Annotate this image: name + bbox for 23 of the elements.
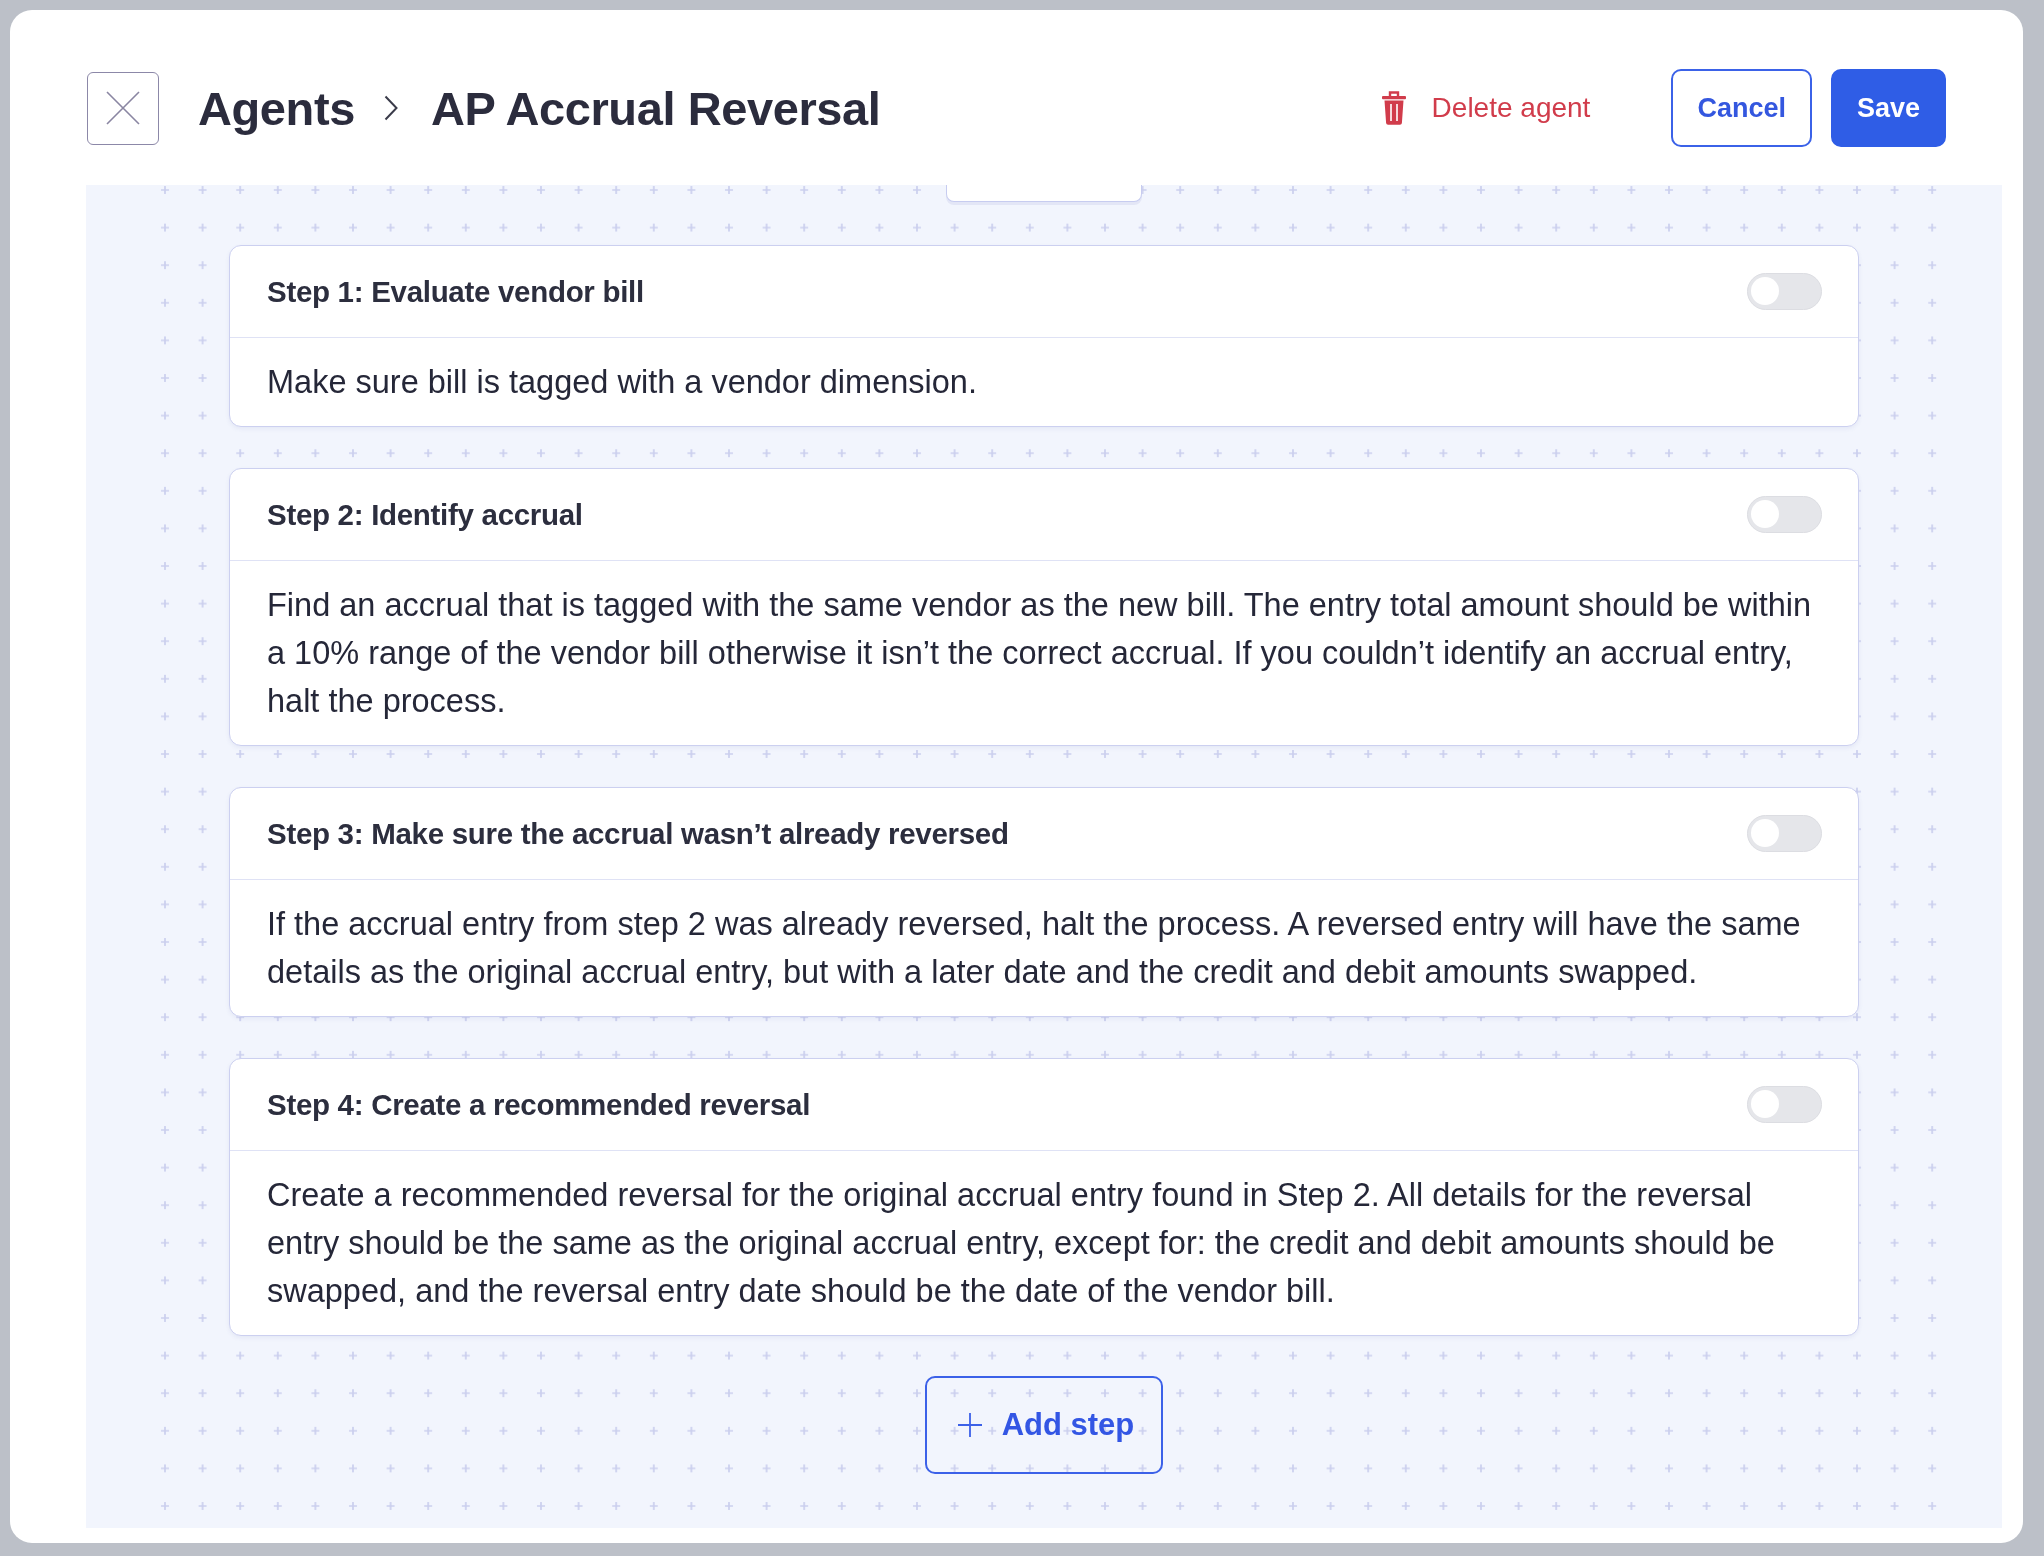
step-title: Step 2: Identify accrual — [267, 497, 583, 532]
page-title: AP Accrual Reversal — [430, 80, 881, 136]
close-icon — [106, 91, 140, 125]
toggle-switch[interactable] — [1747, 815, 1822, 852]
cancel-button[interactable]: Cancel — [1671, 69, 1812, 147]
save-button[interactable]: Save — [1830, 69, 1946, 147]
step-title: Step 4: Create a recommended reversal — [267, 1087, 811, 1122]
toggle-switch[interactable] — [1747, 496, 1822, 533]
trash-icon — [1381, 91, 1406, 125]
plus-icon — [957, 1413, 982, 1437]
breadcrumb-link[interactable]: Agents — [198, 80, 355, 136]
step-description: Make sure bill is tagged with a vendor dimension. — [266, 363, 978, 402]
step-description: If the accrual entry from step 2 was already reversed, halt the process. A reversed entry will have the same details as the original accrual entry, but with a later date and the credit and debit amounts swapped. — [266, 905, 1802, 992]
delete-button[interactable]: Delete agent — [1381, 91, 1591, 125]
step-description: Create a recommended reversal for the original accrual entry found in Step 2. All details for the reversal entry should be the same as the original accrual entry, except for: the credit and debit amounts should be swapped, and the reversal entry date should be the date of the vendor bill. — [266, 1176, 1776, 1311]
add-step-button[interactable]: Add step — [924, 1376, 1164, 1474]
toggle-switch[interactable] — [1747, 273, 1822, 310]
chevron-right-icon — [383, 95, 398, 121]
close-button[interactable] — [87, 71, 159, 145]
step-description: Find an accrual that is tagged with the same vendor as the new bill. The entry total amount should be within a 10% range of the vendor bill otherwise it isn’t the correct accrual. If you couldn’t identify an accrual entry, halt the process. — [266, 586, 1813, 721]
step-title: Step 3: Make sure the accrual wasn’t already reversed — [267, 816, 1009, 851]
step-title: Step 1: Evaluate vendor bill — [267, 274, 644, 309]
toggle-switch[interactable] — [1747, 1086, 1822, 1123]
